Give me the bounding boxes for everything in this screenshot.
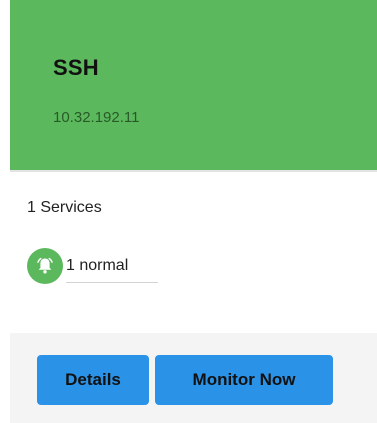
status-normal-link[interactable]: 1 normal	[66, 250, 158, 283]
host-card: SSH 10.32.192.11 1 Services 1 normal Det…	[0, 0, 377, 423]
host-header: SSH 10.32.192.11	[10, 0, 377, 170]
service-status-row[interactable]: 1 normal	[27, 246, 158, 286]
header-divider	[10, 170, 377, 172]
host-name: SSH	[53, 55, 99, 80]
monitor-now-button[interactable]: Monitor Now	[155, 355, 333, 405]
host-ip: 10.32.192.11	[53, 109, 140, 126]
bell-icon	[27, 248, 63, 284]
details-button[interactable]: Details	[37, 355, 149, 405]
services-count: 1 Services	[27, 199, 102, 216]
